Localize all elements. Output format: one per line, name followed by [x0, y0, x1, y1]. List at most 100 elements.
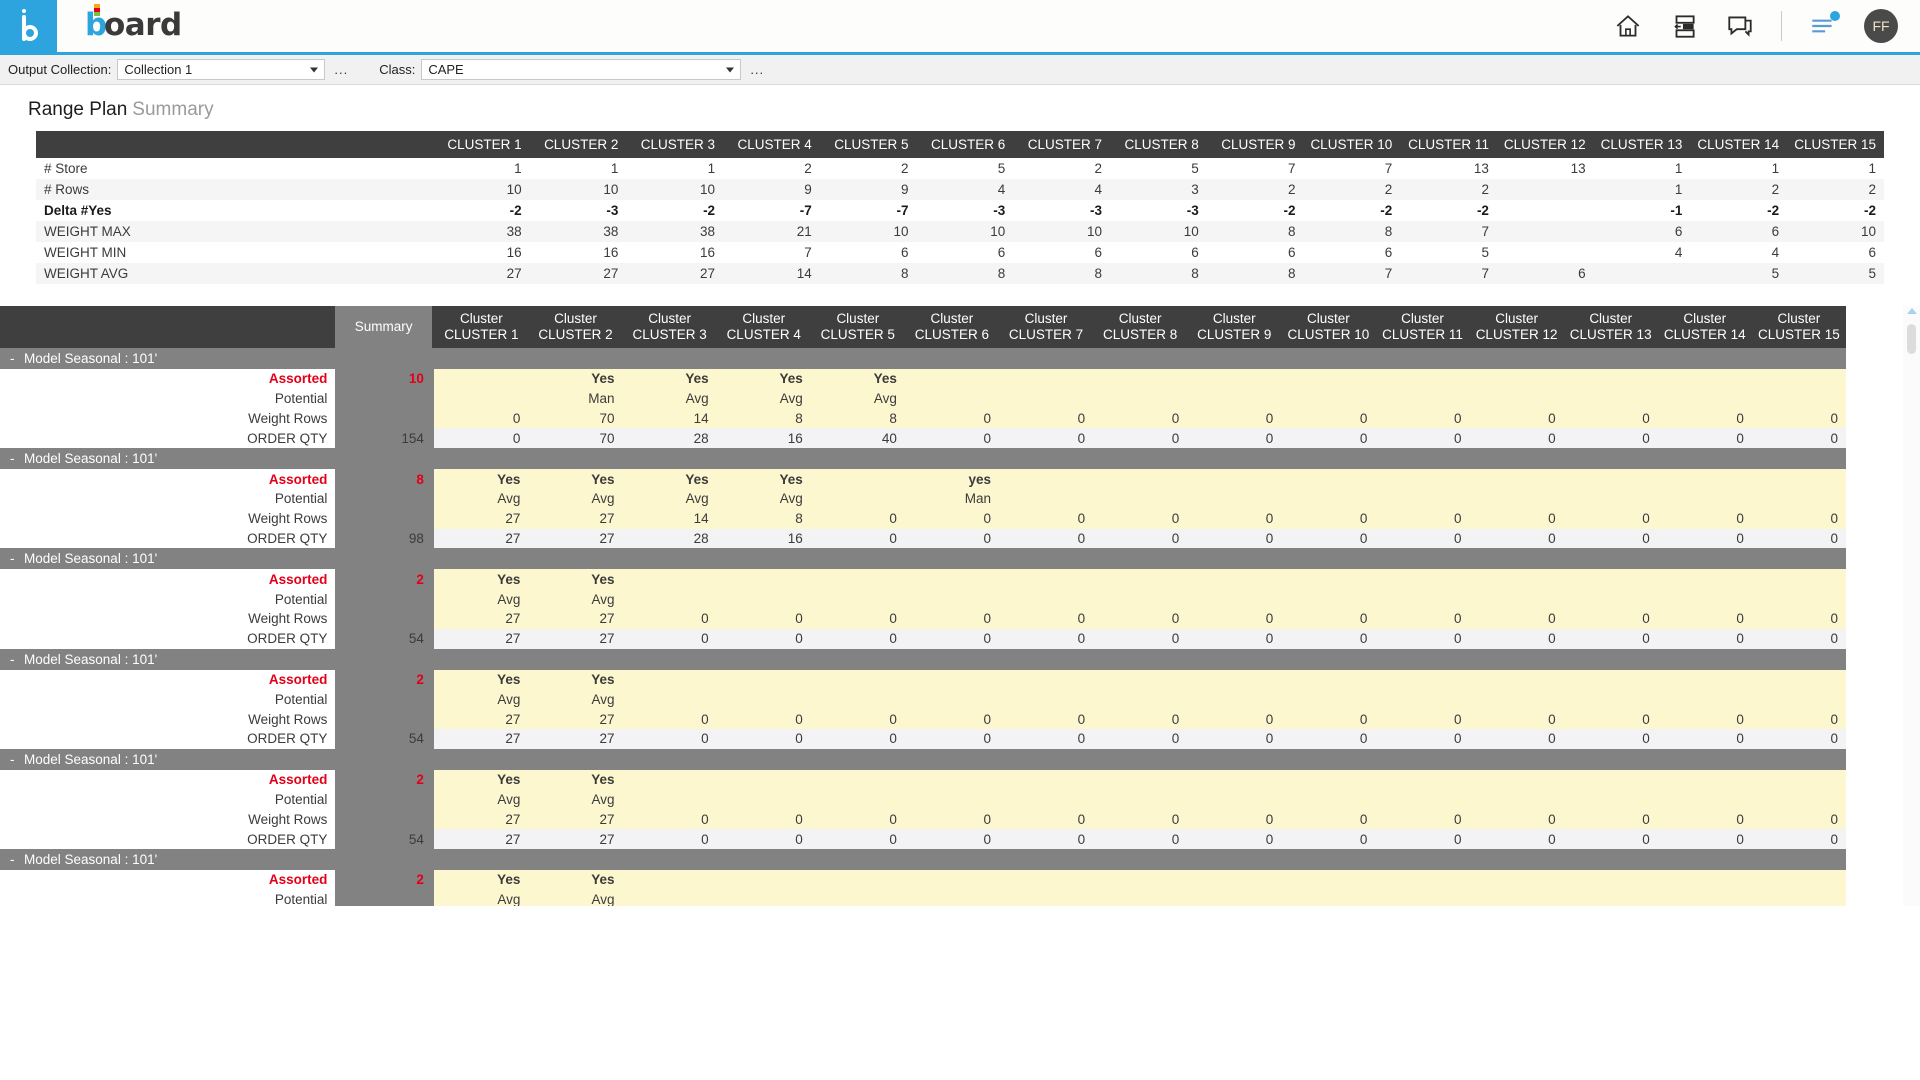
grid-data-cell[interactable]: Yes: [528, 769, 623, 790]
grid-data-cell[interactable]: 0: [1187, 508, 1282, 529]
grid-data-cell[interactable]: 0: [1469, 809, 1564, 830]
grid-data-cell[interactable]: 0: [1563, 408, 1658, 429]
grid-data-cell[interactable]: 0: [1751, 829, 1846, 849]
grid-data-cell[interactable]: [1281, 889, 1376, 906]
grid-data-cell[interactable]: [1375, 789, 1470, 810]
grid-data-cell[interactable]: [1187, 488, 1282, 509]
grid-data-cell[interactable]: 0: [1281, 709, 1376, 729]
grid-data-cell[interactable]: 0: [1375, 628, 1470, 649]
grid-data-cell[interactable]: [1751, 589, 1846, 609]
grid-data-cell[interactable]: [1469, 669, 1564, 690]
grid-data-cell[interactable]: Yes: [622, 369, 717, 389]
grid-data-cell[interactable]: 0: [810, 709, 905, 729]
grid-header-cluster[interactable]: Cluster CLUSTER 12: [1469, 306, 1564, 348]
grid-data-cell[interactable]: 0: [1751, 709, 1846, 729]
grid-data-cell[interactable]: 0: [1187, 608, 1282, 629]
collapse-toggle-icon[interactable]: -: [10, 852, 24, 867]
grid-data-cell[interactable]: 0: [1093, 709, 1188, 729]
grid-data-cell[interactable]: Yes: [528, 369, 623, 389]
grid-header-cluster[interactable]: Cluster CLUSTER 3: [622, 306, 717, 348]
grid-data-cell[interactable]: 0: [1375, 428, 1470, 449]
grid-data-cell[interactable]: 27: [528, 628, 623, 649]
layout-icon[interactable]: [1669, 12, 1699, 40]
grid-data-cell[interactable]: 28: [622, 428, 717, 449]
grid-data-cell[interactable]: [1281, 388, 1376, 409]
grid-data-cell[interactable]: [1375, 889, 1470, 906]
grid-data-cell[interactable]: 0: [716, 829, 811, 849]
grid-data-cell[interactable]: Avg: [434, 589, 529, 609]
grid-header-cluster[interactable]: Cluster CLUSTER 9: [1187, 306, 1282, 348]
grid-data-cell[interactable]: [1657, 569, 1752, 590]
grid-data-cell[interactable]: [1375, 869, 1470, 890]
grid-data-cell[interactable]: Yes: [528, 469, 623, 489]
grid-data-cell[interactable]: 0: [1281, 809, 1376, 830]
grid-data-cell[interactable]: [998, 388, 1094, 409]
grid-group-row[interactable]: - Model Seasonal : 101': [0, 848, 1846, 870]
grid-data-cell[interactable]: [1657, 469, 1752, 489]
grid-data-cell[interactable]: [1093, 388, 1188, 409]
class-more-button[interactable]: ...: [741, 62, 773, 77]
grid-data-cell[interactable]: 0: [1281, 508, 1376, 529]
grid-data-cell[interactable]: Avg: [528, 589, 623, 609]
grid-data-cell[interactable]: 8: [810, 408, 905, 429]
grid-data-cell[interactable]: [1563, 488, 1658, 509]
grid-data-cell[interactable]: [810, 589, 905, 609]
grid-data-cell[interactable]: [998, 569, 1094, 590]
grid-data-cell[interactable]: Man: [904, 488, 999, 509]
grid-data-cell[interactable]: [1751, 388, 1846, 409]
grid-header-cluster[interactable]: Cluster CLUSTER 8: [1093, 306, 1188, 348]
grid-data-cell[interactable]: [1375, 689, 1470, 710]
grid-data-cell[interactable]: 0: [998, 628, 1094, 649]
grid-data-cell[interactable]: 0: [1657, 508, 1752, 529]
grid-data-cell[interactable]: [1751, 769, 1846, 790]
grid-data-cell[interactable]: 0: [1563, 809, 1658, 830]
grid-data-cell[interactable]: Yes: [716, 369, 811, 389]
grid-data-cell[interactable]: [1469, 388, 1564, 409]
grid-data-cell[interactable]: 0: [1657, 709, 1752, 729]
grid-data-cell[interactable]: [716, 689, 811, 710]
grid-data-cell[interactable]: [716, 769, 811, 790]
output-collection-more-button[interactable]: ...: [325, 62, 357, 77]
grid-data-cell[interactable]: 0: [1751, 628, 1846, 649]
collapse-toggle-icon[interactable]: -: [10, 551, 24, 566]
grid-data-cell[interactable]: 0: [1281, 408, 1376, 429]
grid-data-cell[interactable]: 0: [622, 809, 717, 830]
grid-data-cell[interactable]: [622, 689, 717, 710]
grid-data-cell[interactable]: 0: [622, 709, 717, 729]
grid-group-row[interactable]: - Model Seasonal : 101': [0, 748, 1846, 770]
grid-header-cluster[interactable]: Cluster CLUSTER 14: [1657, 306, 1752, 348]
grid-data-cell[interactable]: [1375, 488, 1470, 509]
grid-data-cell[interactable]: 0: [904, 608, 999, 629]
grid-data-cell[interactable]: [1281, 769, 1376, 790]
grid-data-cell[interactable]: 0: [1657, 809, 1752, 830]
grid-data-cell[interactable]: 70: [528, 408, 623, 429]
grid-data-cell[interactable]: [810, 889, 905, 906]
grid-data-cell[interactable]: 0: [810, 628, 905, 649]
grid-data-cell[interactable]: 8: [716, 508, 811, 529]
grid-data-cell[interactable]: 0: [904, 709, 999, 729]
grid-data-cell[interactable]: 0: [1281, 829, 1376, 849]
grid-data-cell[interactable]: 0: [1657, 428, 1752, 449]
grid-data-cell[interactable]: 0: [1093, 408, 1188, 429]
grid-data-cell[interactable]: 0: [1563, 709, 1658, 729]
grid-data-cell[interactable]: [1469, 488, 1564, 509]
grid-data-cell[interactable]: [904, 869, 999, 890]
grid-data-cell[interactable]: 0: [904, 528, 999, 549]
grid-data-cell[interactable]: [1093, 669, 1188, 690]
grid-data-cell[interactable]: [1563, 689, 1658, 710]
grid-data-cell[interactable]: 0: [810, 809, 905, 830]
grid-data-cell[interactable]: [1281, 589, 1376, 609]
grid-data-cell[interactable]: Yes: [434, 869, 529, 890]
grid-data-cell[interactable]: 0: [1469, 628, 1564, 649]
grid-data-cell[interactable]: 0: [998, 608, 1094, 629]
grid-data-cell[interactable]: [1281, 369, 1376, 389]
grid-data-cell[interactable]: Avg: [528, 488, 623, 509]
grid-data-cell[interactable]: 0: [810, 728, 905, 749]
grid-data-cell[interactable]: 0: [622, 608, 717, 629]
grid-data-cell[interactable]: 27: [434, 709, 529, 729]
grid-data-cell[interactable]: [1375, 669, 1470, 690]
grid-data-cell[interactable]: 0: [1563, 628, 1658, 649]
grid-data-cell[interactable]: 27: [528, 728, 623, 749]
grid-data-cell[interactable]: [716, 889, 811, 906]
grid-data-cell[interactable]: 0: [904, 829, 999, 849]
